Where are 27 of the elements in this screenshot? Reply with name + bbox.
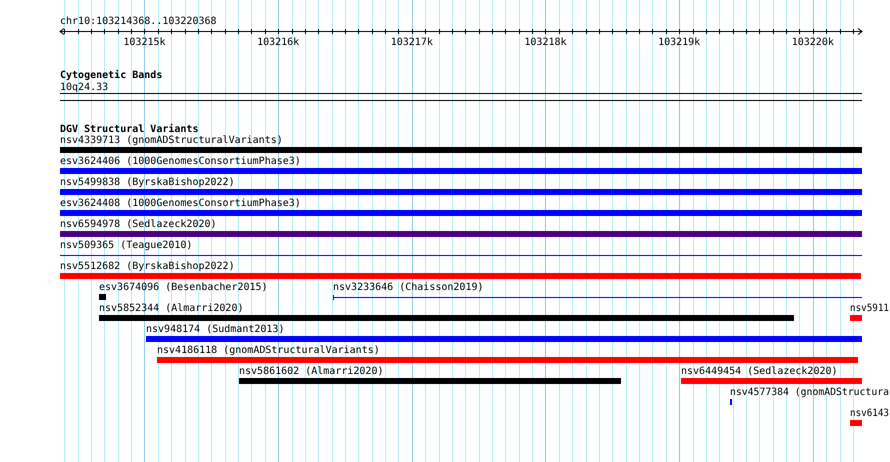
cytoband-label: 10q24.33 — [60, 82, 108, 93]
variant-label: nsv3233646 (Chaisson2019) — [333, 282, 484, 293]
variant-label: nsv948174 (Sudmant2013) — [146, 324, 284, 335]
ruler-tick-label: 103219k — [658, 37, 700, 48]
variant-label: nsv5499838 (ByrskaBishop2022) — [60, 177, 235, 188]
variant-label: nsv6594978 (Sedlazeck2020) — [60, 219, 217, 230]
variant-label: nsv5852344 (Almarri2020) — [99, 303, 244, 314]
variant-label: esv3624408 (1000GenomesConsortiumPhase3) — [60, 198, 301, 209]
variant-label: nsv5861602 (Almarri2020) — [239, 366, 384, 377]
location-label: chr10:103214368..103220368 — [60, 16, 217, 27]
ruler-tick-label: 103215k — [123, 37, 166, 48]
track-title: Cytogenetic Bands — [60, 70, 162, 81]
variant-label: esv3624406 (1000GenomesConsortiumPhase3) — [60, 156, 301, 167]
variant-label: nsv4186118 (gnomADStructuralVariants) — [157, 345, 380, 356]
variant-label: nsv5512682 (ByrskaBishop2022) — [60, 261, 235, 272]
variant-label: nsv6143 — [850, 408, 890, 419]
ruler-tick-label: 103217k — [390, 37, 433, 48]
ruler-tick-label: 103220k — [792, 37, 834, 48]
track-title: DGV Structural Variants — [60, 124, 198, 135]
variant-label: nsv6449454 (Sedlazeck2020) — [681, 366, 838, 377]
variant-label: nsv4339713 (gnomADStructuralVariants) — [60, 135, 283, 146]
ruler-tick-label: 103218k — [524, 37, 567, 48]
variant-label: nsv5911 — [850, 303, 890, 314]
ruler-tick-label: 103216k — [257, 37, 300, 48]
variant-label: nsv509365 (Teague2010) — [60, 240, 192, 251]
variant-label: nsv4577384 (gnomADStructura — [730, 387, 890, 398]
variant-label: esv3674096 (Besenbacher2015) — [99, 282, 268, 293]
